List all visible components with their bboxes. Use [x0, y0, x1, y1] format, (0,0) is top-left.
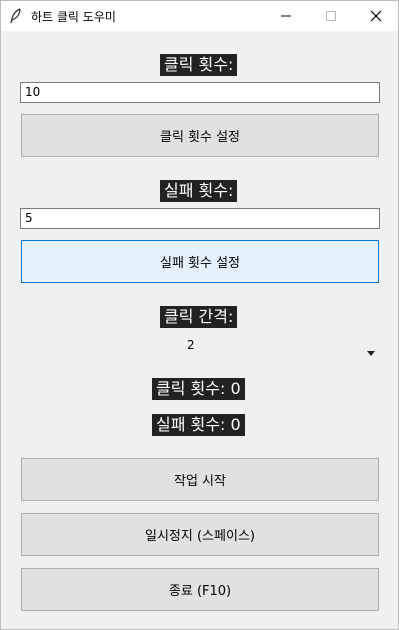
start-button[interactable]: 작업 시작: [21, 458, 379, 501]
pause-button[interactable]: 일시정지 (스페이스): [21, 513, 379, 556]
quit-button[interactable]: 종료 (F10): [21, 568, 379, 611]
interval-selected-value: 2: [187, 338, 195, 352]
set-fail-count-button[interactable]: 실패 횟수 설정: [21, 240, 379, 283]
title-bar: 하트 클릭 도우미: [1, 1, 398, 31]
feather-icon: [9, 8, 23, 24]
set-click-count-button[interactable]: 클릭 횟수 설정: [21, 114, 379, 157]
maximize-button[interactable]: [308, 1, 354, 31]
interval-select[interactable]: 2: [21, 334, 379, 356]
window-title: 하트 클릭 도우미: [31, 10, 116, 24]
fail-count-status: 실패 횟수: 0: [152, 414, 245, 436]
dropdown-arrow-icon[interactable]: [367, 342, 375, 356]
click-count-label: 클릭 횟수:: [160, 54, 238, 76]
click-count-status: 클릭 횟수: 0: [152, 378, 245, 400]
click-count-input[interactable]: 10: [20, 82, 380, 103]
close-button[interactable]: [353, 1, 399, 31]
fail-count-input[interactable]: 5: [20, 208, 380, 229]
fail-count-label: 실패 횟수:: [160, 180, 238, 202]
app-window: 하트 클릭 도우미 클릭 횟수: 10 클릭 횟수 설정 실패 횟수: 5 실패…: [0, 0, 399, 630]
interval-label: 클릭 간격:: [160, 306, 238, 328]
minimize-button[interactable]: [263, 1, 309, 31]
